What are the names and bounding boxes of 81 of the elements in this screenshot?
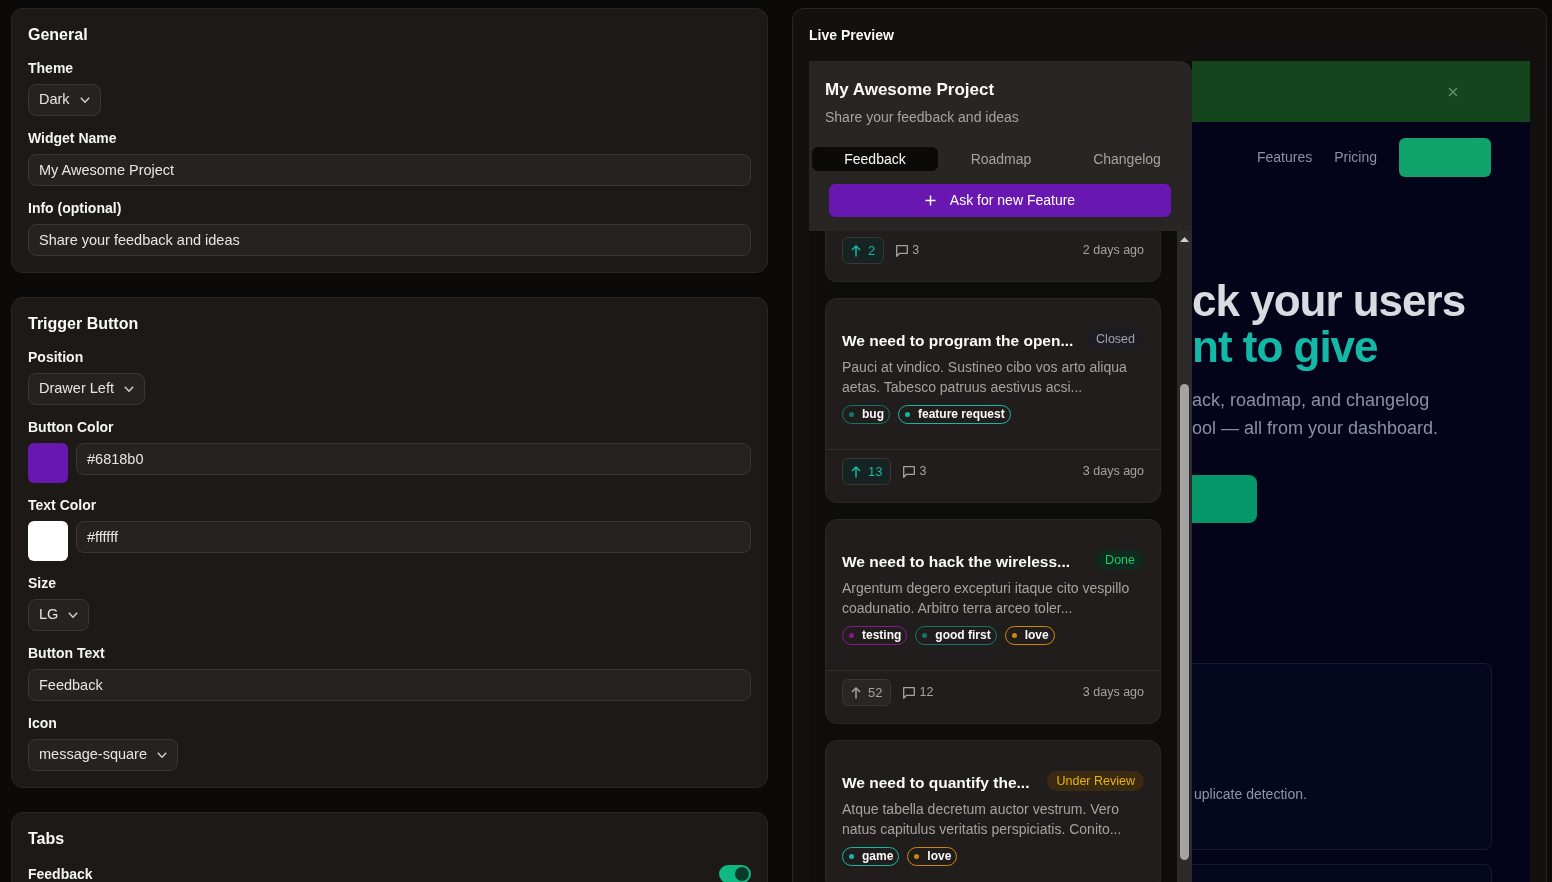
hero-subtitle: ack, roadmap, and changelog	[1192, 389, 1431, 412]
nav-link[interactable]: Features	[1256, 147, 1313, 168]
post-title[interactable]: We need to hack the wireless...	[842, 552, 1070, 572]
text-field[interactable]: My Awesome Project	[28, 154, 751, 186]
tab[interactable]: Changelog	[1064, 147, 1190, 171]
plus-icon	[924, 195, 936, 206]
field-label: Button Color	[28, 418, 115, 437]
field-label: Button Text	[28, 644, 106, 663]
chevron-down-icon	[79, 97, 90, 103]
close-icon	[1448, 86, 1458, 97]
panel-title: Live Preview	[809, 26, 895, 45]
chevron-down-icon	[157, 752, 167, 758]
tab[interactable]: Feedback	[812, 147, 938, 171]
hero-heading: ck your users	[1192, 278, 1467, 324]
post-description: Pauci at vindico. Sustineo cibo vos arto aliqua aetas. Tabesco patruus aestivus acsi...	[842, 358, 1128, 397]
tab[interactable]: Roadmap	[938, 147, 1064, 171]
arrow-up-icon	[851, 686, 861, 699]
scrollbar-track[interactable]	[1177, 231, 1192, 882]
status-badge: Under Review	[1047, 771, 1144, 791]
section-title: Tabs	[28, 829, 66, 849]
field-label: Icon	[28, 714, 58, 733]
arrow-up-icon	[851, 244, 861, 257]
field-label: Theme	[28, 59, 75, 78]
nav-button[interactable]	[1399, 138, 1491, 177]
field-label: Info (optional)	[28, 199, 123, 218]
section-title: Trigger Button	[28, 314, 140, 334]
widget-subtitle: Share your feedback and ideas	[824, 108, 1020, 127]
post-time: 3 days ago	[1082, 463, 1144, 481]
dropdown[interactable]: LG	[28, 599, 90, 631]
nav-link[interactable]: Pricing	[1334, 147, 1377, 168]
post-time: 3 days ago	[1082, 684, 1144, 702]
new-feature-button[interactable]: Ask for new Feature	[829, 184, 1171, 217]
upvote-button[interactable]: 52	[842, 679, 892, 706]
upvote-button[interactable]: 13	[842, 458, 892, 485]
tag-label: bug	[862, 406, 884, 423]
color-field[interactable]: #ffffff	[76, 521, 751, 553]
field-label: Size	[28, 574, 57, 593]
scroll-up-icon	[1180, 237, 1189, 242]
feature-text: uplicate detection.	[1194, 785, 1307, 802]
tag-label: feature request	[918, 406, 1005, 423]
post-title[interactable]: We need to program the open...	[842, 331, 1074, 351]
comment-icon	[903, 465, 916, 478]
field-label: Position	[28, 348, 85, 367]
dropdown[interactable]: Drawer Left	[28, 373, 145, 405]
comment-icon	[896, 244, 909, 257]
color-swatch-icon[interactable]	[28, 521, 68, 561]
section-title: General	[28, 25, 89, 45]
status-badge: Done	[1096, 550, 1144, 570]
post-time: 2 days ago	[1082, 242, 1144, 260]
dropdown[interactable]: Dark	[28, 84, 101, 116]
field-label: Text Color	[28, 496, 98, 515]
dropdown[interactable]: message-square	[28, 739, 178, 771]
upvote-button[interactable]: 2	[842, 237, 885, 264]
color-field[interactable]: #6818b0	[76, 443, 751, 475]
widget-title: My Awesome Project	[824, 79, 996, 101]
tag-label: love	[927, 848, 952, 865]
field-label: Widget Name	[28, 129, 118, 148]
hero-heading: nt to give	[1192, 324, 1379, 370]
tag-label: good first	[935, 627, 991, 644]
text-field[interactable]: Feedback	[28, 669, 751, 701]
status-badge: Closed	[1087, 329, 1144, 349]
tag-label: testing	[862, 627, 902, 644]
arrow-up-icon	[851, 465, 861, 478]
tag-label: love	[1024, 627, 1049, 644]
tag-label: game	[862, 848, 894, 865]
chevron-down-icon	[68, 612, 79, 618]
post-description: Atque tabella decretum auctor vestrum. Vero natus capitulus veritatis perspiciatis. Conito...	[842, 800, 1123, 839]
comment-icon	[903, 686, 916, 699]
chevron-down-icon	[123, 386, 134, 392]
color-swatch-icon[interactable]	[28, 443, 68, 483]
toggle-switch[interactable]	[719, 865, 751, 882]
comment-count: 3	[912, 242, 920, 260]
comment-count: 12	[919, 684, 934, 702]
post-title[interactable]: We need to quantify the...	[842, 773, 1030, 793]
hero-subtitle: ool — all from your dashboard.	[1192, 417, 1440, 440]
post-description: Argentum degero excepturi itaque cito vespillo coadunatio. Arbitro terra arceo toler...	[842, 579, 1131, 618]
text-field[interactable]: Share your feedback and ideas	[28, 224, 751, 256]
toggle-label: Feedback	[28, 865, 93, 882]
hero-button[interactable]	[1192, 475, 1257, 523]
scrollbar-thumb[interactable]	[1180, 384, 1189, 860]
comment-count: 3	[919, 463, 927, 481]
